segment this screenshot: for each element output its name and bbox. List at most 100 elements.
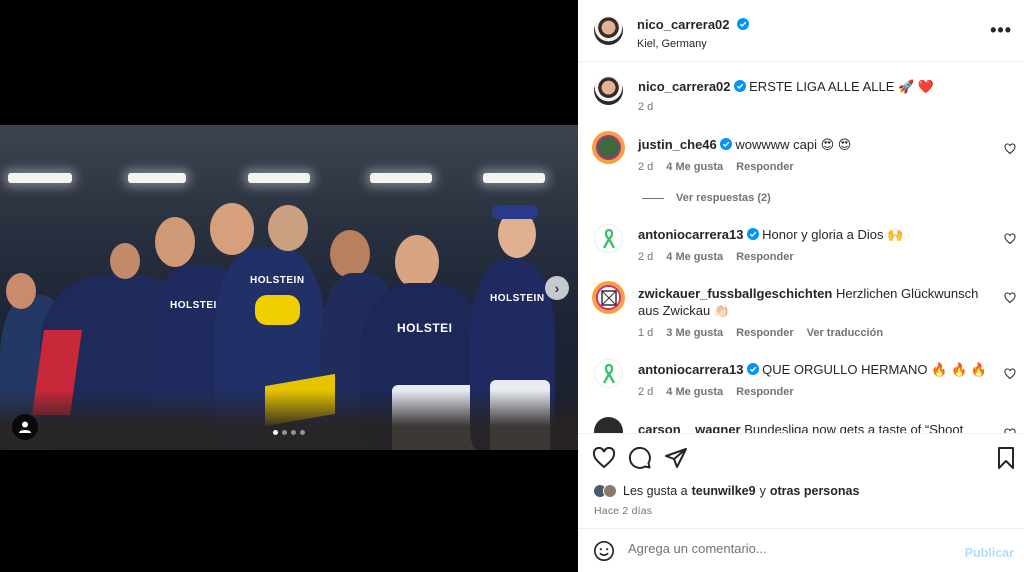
post-timestamp[interactable]: Hace 2 días: [594, 505, 652, 517]
stadium-light: [128, 173, 186, 183]
stadium-light: [483, 173, 545, 183]
carousel-dot: [300, 430, 305, 435]
publish-button[interactable]: Publicar: [965, 546, 1014, 560]
stadium-light: [248, 173, 310, 183]
reply-button[interactable]: Responder: [736, 327, 793, 339]
verified-badge-icon: [746, 363, 759, 375]
comment-text: QUE ORGULLO HERMANO 🔥 🔥 🔥: [762, 362, 987, 377]
comment-meta: 2 d 4 Me gusta Responder: [638, 251, 794, 263]
player-head: [268, 205, 308, 251]
comment-time[interactable]: 2 d: [638, 251, 653, 263]
caption-text-block: nico_carrera02 ERSTE LIGA ALLE ALLE 🚀 ❤️: [638, 78, 988, 95]
green-ribbon-icon: [602, 228, 615, 249]
reply-button[interactable]: Responder: [736, 251, 793, 263]
post-header: nico_carrera02 Kiel, Germany •••: [578, 0, 1024, 62]
replies-divider: [642, 197, 664, 199]
post-details-panel: nico_carrera02 Kiel, Germany ••• nico_ca…: [578, 0, 1024, 572]
commenter-avatar[interactable]: [594, 417, 623, 433]
view-replies-label: Ver respuestas (2): [676, 192, 771, 204]
player-head: [210, 203, 254, 255]
comment-likes-count[interactable]: 3 Me gusta: [666, 327, 723, 339]
comment-text-block: justin_che46 wowwww capi 😍 😍: [638, 136, 988, 153]
save-bookmark-icon[interactable]: [994, 446, 1018, 470]
carousel-dot: [282, 430, 287, 435]
likes-conjunction: y: [759, 484, 766, 498]
reply-button[interactable]: Responder: [736, 386, 793, 398]
comment-time[interactable]: 2 d: [638, 161, 653, 173]
user-icon: [19, 421, 31, 433]
stadium-light: [8, 173, 72, 183]
comment-meta: 1 d 3 Me gusta Responder Ver traducción: [638, 327, 883, 339]
comment-username[interactable]: antoniocarrera13: [638, 227, 744, 242]
player-head: [395, 235, 439, 289]
like-comment-heart-icon[interactable]: [1004, 233, 1016, 245]
post-photo[interactable]: HOLSTEIN HOLSTEIN HOLSTEI HOLSTEIN: [0, 125, 578, 450]
yellow-sleeve: [255, 295, 300, 325]
add-comment-bar: Publicar: [578, 528, 1024, 572]
comment-time[interactable]: 1 d: [638, 327, 653, 339]
caption-meta: 2 d: [638, 101, 653, 113]
player-head: [155, 217, 195, 267]
like-heart-icon[interactable]: [592, 446, 616, 470]
comments-list: nico_carrera02 ERSTE LIGA ALLE ALLE 🚀 ❤️…: [578, 63, 1024, 433]
carousel-dots: [273, 430, 305, 435]
comment-bubble-icon[interactable]: [628, 446, 652, 470]
verified-badge-icon: [719, 138, 732, 150]
caption-text: ERSTE LIGA ALLE ALLE 🚀 ❤️: [749, 79, 934, 94]
like-comment-heart-icon[interactable]: [1004, 292, 1016, 304]
see-translation-button[interactable]: Ver traducción: [807, 327, 883, 339]
comment-username[interactable]: zwickauer_fussballgeschichten: [638, 286, 832, 301]
comment-input[interactable]: [628, 541, 948, 556]
comment-text: wowwww capi 😍 😍: [735, 137, 852, 152]
jersey-text: HOLSTEIN: [250, 275, 305, 286]
headband: [492, 205, 538, 219]
caption-avatar[interactable]: [594, 76, 623, 105]
comment-username[interactable]: antoniocarrera13: [638, 362, 744, 377]
comment-likes-count[interactable]: 4 Me gusta: [666, 251, 723, 263]
post-location[interactable]: Kiel, Germany: [637, 38, 749, 50]
like-comment-heart-icon[interactable]: [1004, 143, 1016, 155]
like-comment-heart-icon[interactable]: [1004, 368, 1016, 380]
green-ribbon-icon: [602, 363, 615, 384]
player-head: [6, 273, 36, 309]
jersey-text: HOLSTEIN: [490, 293, 545, 304]
more-options-icon[interactable]: •••: [990, 20, 1012, 41]
comment-text-block: antoniocarrera13 Honor y gloria a Dios 🙌: [638, 226, 988, 243]
other-likers-link[interactable]: otras personas: [770, 484, 860, 498]
player-head: [110, 243, 140, 279]
comment-time[interactable]: 2 d: [638, 386, 653, 398]
verified-badge-icon: [733, 80, 746, 92]
liker-username[interactable]: teunwilke9: [692, 484, 756, 498]
comment-username[interactable]: justin_che46: [638, 137, 717, 152]
commenter-avatar[interactable]: [592, 131, 625, 164]
caption-username[interactable]: nico_carrera02: [638, 79, 731, 94]
carousel-dot: [291, 430, 296, 435]
likes-summary: Les gusta a teunwilke9 y otras personas: [593, 484, 859, 498]
comment-text-block: antoniocarrera13 QUE ORGULLO HERMANO 🔥 🔥…: [638, 361, 988, 378]
comment-text-block: zwickauer_fussballgeschichten Herzlichen…: [638, 285, 983, 319]
view-replies-button[interactable]: Ver respuestas (2): [642, 192, 771, 204]
carousel-next-button[interactable]: ›: [545, 276, 569, 300]
author-username[interactable]: nico_carrera02: [637, 17, 730, 32]
player-head: [330, 230, 370, 278]
post-media-pane: HOLSTEIN HOLSTEIN HOLSTEI HOLSTEIN ›: [0, 0, 578, 572]
commenter-avatar[interactable]: [592, 281, 625, 314]
reply-button[interactable]: Responder: [736, 161, 793, 173]
commenter-avatar[interactable]: [594, 224, 623, 253]
tagged-users-button[interactable]: [12, 414, 38, 440]
commenter-avatar[interactable]: [594, 359, 623, 388]
comment-likes-count[interactable]: 4 Me gusta: [666, 161, 723, 173]
emoji-picker-icon[interactable]: [593, 540, 615, 562]
liker-avatar: [603, 484, 617, 498]
club-crest-icon: [600, 289, 617, 306]
crowd-foreground: [0, 390, 578, 450]
jersey-text: HOLSTEI: [397, 321, 453, 335]
share-paper-plane-icon[interactable]: [664, 446, 688, 470]
carousel-dot: [273, 430, 278, 435]
comment-username[interactable]: carson__wagner: [638, 422, 741, 433]
comment-text-block: carson__wagner Bundesliga now gets a tas…: [638, 421, 988, 433]
comment-likes-count[interactable]: 4 Me gusta: [666, 386, 723, 398]
caption-time[interactable]: 2 d: [638, 101, 653, 113]
comment-meta: 2 d 4 Me gusta Responder: [638, 386, 794, 398]
author-avatar[interactable]: [594, 16, 623, 45]
